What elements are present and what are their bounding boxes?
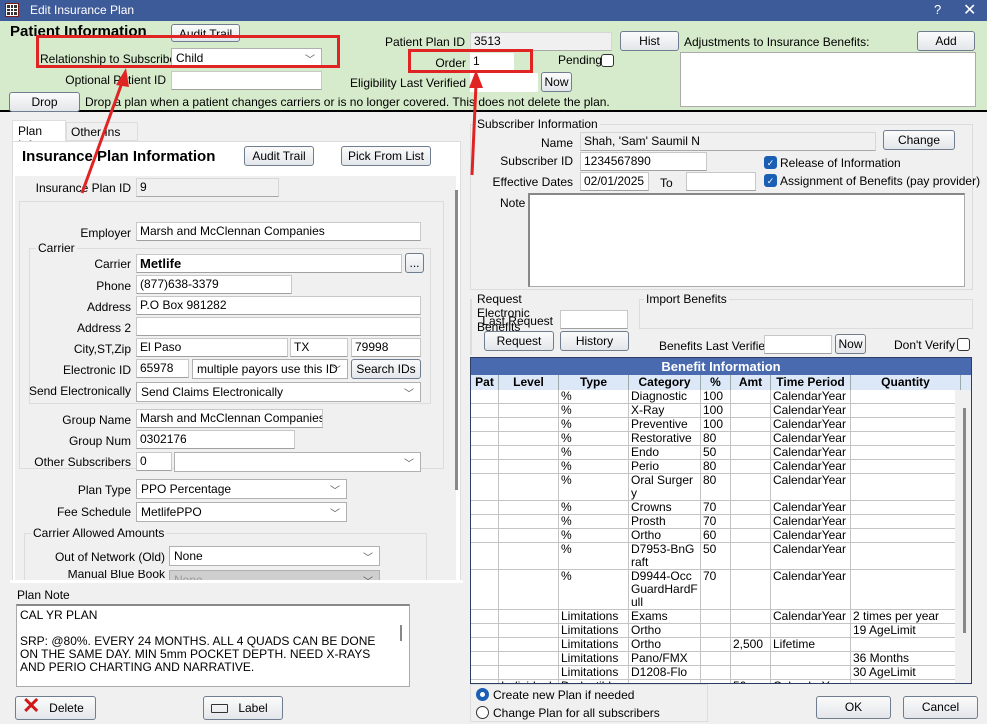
arrow-to-relationship [80,79,125,194]
arrow-head-relationship [116,68,129,87]
arrow-head-order [469,70,483,88]
annotation-arrows [80,68,483,194]
arrow-to-order [470,83,478,176]
